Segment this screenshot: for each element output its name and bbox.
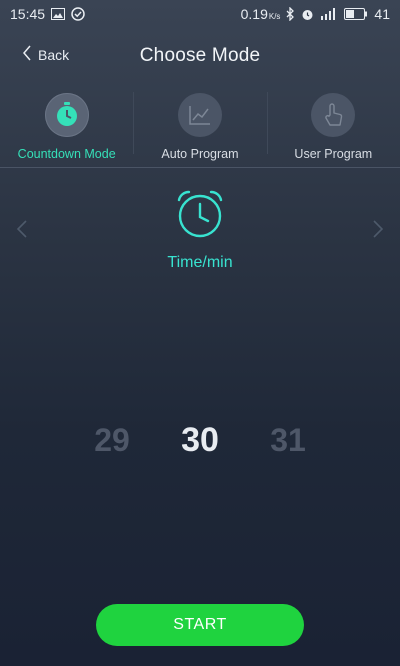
status-bar: 15:45 0.19K/s 41 [0, 0, 400, 28]
chart-icon [177, 93, 222, 137]
tab-label: Auto Program [161, 147, 239, 161]
picker-selected-value[interactable]: 30 [175, 421, 225, 460]
battery-icon [344, 8, 368, 20]
mode-label: Time/min [167, 254, 233, 271]
hand-pointer-icon [311, 93, 356, 137]
stopwatch-icon [44, 93, 89, 137]
previous-mode-button[interactable] [12, 218, 32, 244]
time-picker[interactable]: 29 30 31 [0, 418, 400, 462]
tab-label: Countdown Mode [17, 147, 116, 161]
tab-countdown-mode[interactable]: Countdown Mode [0, 88, 133, 167]
chevron-right-icon [372, 219, 384, 244]
alarm-icon [301, 8, 314, 21]
header: Back Choose Mode [0, 38, 400, 74]
check-circle-icon [71, 7, 85, 21]
start-button[interactable]: START [96, 604, 304, 646]
tab-auto-program[interactable]: Auto Program [133, 88, 266, 167]
chevron-left-icon [16, 219, 28, 244]
tab-user-program[interactable]: User Program [266, 88, 400, 167]
gallery-icon [51, 8, 66, 20]
page-title: Choose Mode [139, 45, 261, 66]
next-mode-button[interactable] [368, 218, 388, 244]
signal-icon [320, 8, 338, 20]
picker-prev-value[interactable]: 29 [87, 422, 137, 459]
chevron-left-icon [22, 45, 32, 64]
status-time: 15:45 [10, 6, 46, 22]
mode-tabs: Countdown Mode Auto Program User Program [0, 88, 400, 168]
battery-level: 41 [374, 6, 390, 22]
tab-label: User Program [294, 147, 373, 161]
speed-unit: K/s [268, 12, 281, 21]
status-speed: 0.19K/s [240, 6, 281, 22]
alarm-clock-icon [175, 188, 225, 240]
back-label: Back [38, 46, 70, 63]
picker-next-value[interactable]: 31 [263, 422, 313, 459]
bluetooth-icon [286, 7, 295, 21]
back-button[interactable]: Back [22, 45, 69, 64]
